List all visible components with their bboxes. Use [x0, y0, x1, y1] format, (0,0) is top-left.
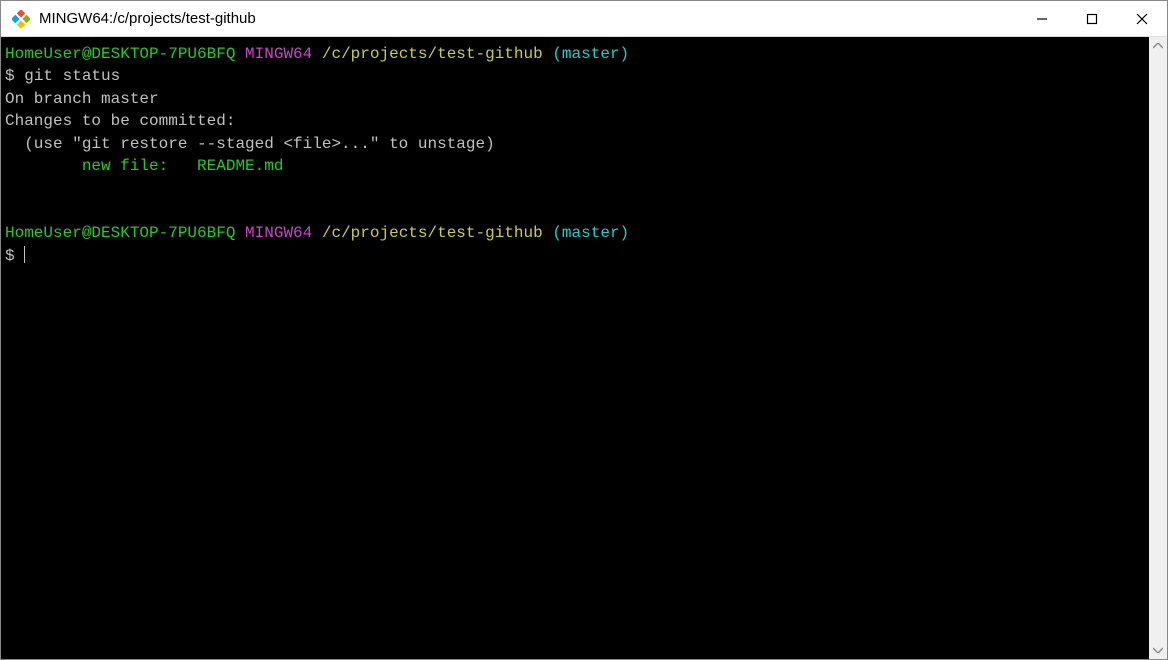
maximize-icon — [1086, 13, 1098, 25]
scroll-down-button[interactable] — [1151, 643, 1165, 657]
prompt-user-host: HomeUser@DESKTOP-7PU6BFQ — [5, 45, 235, 63]
output-line: Changes to be committed: — [5, 110, 1145, 132]
output-line: On branch master — [5, 88, 1145, 110]
titlebar[interactable]: MINGW64:/c/projects/test-github — [1, 1, 1167, 37]
minimize-icon — [1036, 13, 1048, 25]
prompt-dollar: $ — [5, 247, 15, 265]
app-icon — [11, 9, 31, 29]
maximize-button[interactable] — [1067, 1, 1117, 36]
window-controls — [1017, 1, 1167, 36]
terminal-output[interactable]: HomeUser@DESKTOP-7PU6BFQ MINGW64 /c/proj… — [1, 37, 1149, 659]
prompt-env: MINGW64 — [245, 224, 312, 242]
cursor — [24, 246, 25, 263]
staged-file: README.md — [197, 157, 283, 175]
prompt-line: HomeUser@DESKTOP-7PU6BFQ MINGW64 /c/proj… — [5, 222, 1145, 244]
prompt-branch: (master) — [552, 45, 629, 63]
chevron-down-icon — [1153, 647, 1163, 653]
window-title: MINGW64:/c/projects/test-github — [39, 10, 1017, 27]
command-line: $ git status — [5, 65, 1145, 87]
prompt-env: MINGW64 — [245, 45, 312, 63]
chevron-up-icon — [1153, 43, 1163, 49]
prompt-dollar: $ — [5, 67, 15, 85]
minimize-button[interactable] — [1017, 1, 1067, 36]
prompt-user-host: HomeUser@DESKTOP-7PU6BFQ — [5, 224, 235, 242]
blank-line — [5, 200, 1145, 222]
prompt-path: /c/projects/test-github — [322, 45, 543, 63]
terminal-body: HomeUser@DESKTOP-7PU6BFQ MINGW64 /c/proj… — [1, 37, 1167, 659]
terminal-window: MINGW64:/c/projects/test-github HomeUser… — [0, 0, 1168, 660]
scroll-up-button[interactable] — [1151, 39, 1165, 53]
prompt-path: /c/projects/test-github — [322, 224, 543, 242]
output-line: (use "git restore --staged <file>..." to… — [5, 133, 1145, 155]
staged-label: new file: — [5, 157, 197, 175]
output-line: new file: README.md — [5, 155, 1145, 177]
prompt-branch: (master) — [552, 224, 629, 242]
close-button[interactable] — [1117, 1, 1167, 36]
blank-line — [5, 177, 1145, 199]
command-line[interactable]: $ — [5, 245, 1145, 267]
command-text: git status — [24, 67, 120, 85]
prompt-line: HomeUser@DESKTOP-7PU6BFQ MINGW64 /c/proj… — [5, 43, 1145, 65]
close-icon — [1136, 13, 1148, 25]
scrollbar[interactable] — [1149, 37, 1167, 659]
